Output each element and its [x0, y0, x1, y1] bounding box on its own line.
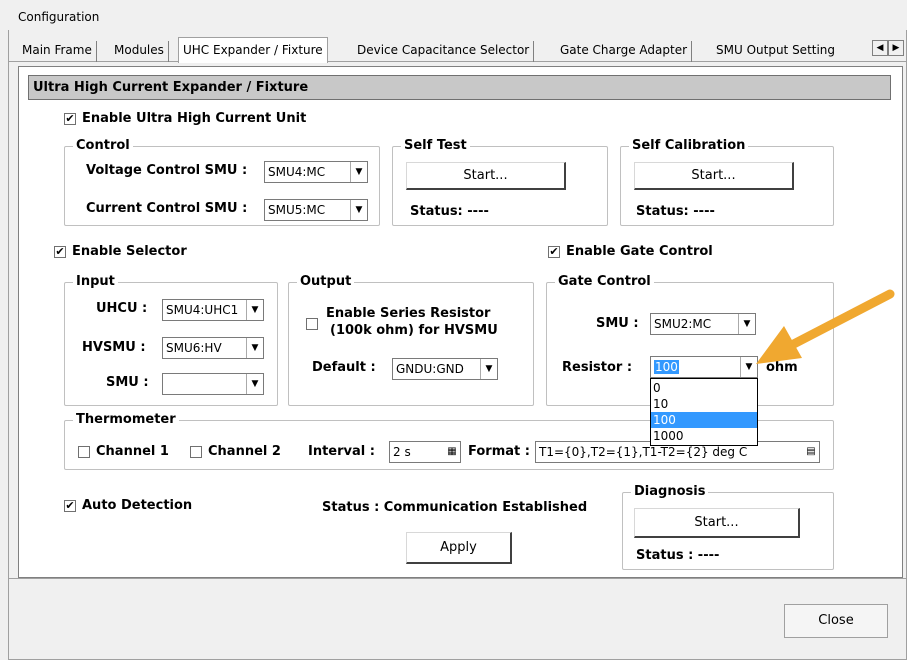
uhcu-label: UHCU : — [96, 301, 148, 316]
chevron-down-icon[interactable]: ▼ — [350, 162, 367, 182]
tab-modules[interactable]: Modules — [110, 41, 169, 62]
interval-label: Interval : — [308, 444, 375, 459]
current-control-value: SMU5:MC — [268, 203, 326, 217]
chevron-down-icon[interactable]: ▼ — [246, 300, 263, 320]
self-test-status: Status: ---- — [410, 204, 489, 219]
auto-detection-checkbox[interactable]: ✔ — [64, 500, 76, 512]
enable-uhc-label: Enable Ultra High Current Unit — [82, 111, 307, 126]
keyboard-icon[interactable]: ▤ — [804, 445, 818, 459]
chevron-down-icon[interactable]: ▼ — [246, 374, 263, 394]
tab-gate-charge[interactable]: Gate Charge Adapter — [556, 41, 693, 62]
uhcu-select[interactable]: SMU4:UHC1 ▼ — [162, 299, 264, 321]
resistor-option-1000[interactable]: 1000 — [651, 428, 757, 444]
channel2-label: Channel 2 — [208, 444, 281, 459]
channel2-checkbox[interactable] — [190, 446, 202, 458]
interval-value: 2 s — [393, 445, 411, 459]
chevron-down-icon[interactable]: ▼ — [350, 200, 367, 220]
annotation-arrow-icon — [756, 289, 895, 364]
series-resistor-label-line1: Enable Series Resistor — [326, 306, 491, 321]
current-control-label: Current Control SMU : — [86, 201, 248, 216]
gate-smu-value: SMU2:MC — [654, 317, 712, 331]
channel1-label: Channel 1 — [96, 444, 169, 459]
footer-separator — [8, 578, 907, 579]
format-value: T1={0},T2={1},T1-T2={2} deg C — [539, 445, 748, 459]
diagnosis-legend: Diagnosis — [631, 484, 709, 499]
enable-selector-checkbox[interactable]: ✔ — [54, 246, 66, 258]
enable-selector-label: Enable Selector — [72, 244, 187, 259]
input-smu-label: SMU : — [106, 375, 149, 390]
resistor-option-0[interactable]: 0 — [651, 380, 757, 396]
voltage-control-value: SMU4:MC — [268, 165, 326, 179]
chevron-down-icon[interactable]: ▼ — [246, 338, 263, 358]
format-label: Format : — [468, 444, 530, 459]
output-legend: Output — [297, 274, 355, 289]
auto-detection-label: Auto Detection — [82, 498, 193, 513]
interval-input[interactable]: 2 s ▦ — [389, 441, 461, 463]
tab-scroll-right-icon[interactable]: ▶ — [888, 40, 904, 56]
resistor-value: 100 — [654, 360, 679, 374]
enable-uhc-checkbox[interactable]: ✔ — [64, 113, 76, 125]
self-calibration-legend: Self Calibration — [629, 138, 749, 153]
control-legend: Control — [73, 138, 133, 153]
voltage-control-label: Voltage Control SMU : — [86, 163, 248, 178]
tab-device-capacitance[interactable]: Device Capacitance Selector — [353, 41, 535, 62]
resistor-dropdown-list: 0 10 100 1000 — [650, 378, 758, 446]
default-value: GNDU:GND — [396, 362, 464, 376]
enable-gate-control-checkbox[interactable]: ✔ — [548, 246, 560, 258]
input-legend: Input — [73, 274, 118, 289]
enable-gate-control-label: Enable Gate Control — [566, 244, 713, 259]
self-calibration-start-button[interactable]: Start... — [634, 162, 794, 190]
hvsmu-value: SMU6:HV — [166, 341, 222, 355]
current-control-select[interactable]: SMU5:MC ▼ — [264, 199, 368, 221]
resistor-label: Resistor : — [562, 360, 633, 375]
hvsmu-select[interactable]: SMU6:HV ▼ — [162, 337, 264, 359]
window-title: Configuration — [8, 4, 907, 30]
output-group: Output — [288, 274, 534, 406]
tab-smu-output[interactable]: SMU Output Setting — [712, 41, 872, 62]
apply-button[interactable]: Apply — [406, 532, 512, 564]
communication-status: Status : Communication Established — [322, 500, 588, 515]
gate-control-legend: Gate Control — [555, 274, 654, 289]
panel-header: Ultra High Current Expander / Fixture — [28, 75, 891, 100]
diagnosis-start-button[interactable]: Start... — [634, 508, 800, 538]
resistor-option-10[interactable]: 10 — [651, 396, 757, 412]
chevron-down-icon[interactable]: ▼ — [480, 359, 497, 379]
uhcu-value: SMU4:UHC1 — [166, 303, 239, 317]
self-test-legend: Self Test — [401, 138, 470, 153]
gate-smu-label: SMU : — [596, 316, 639, 331]
tab-uhc-expander[interactable]: UHC Expander / Fixture — [178, 37, 328, 63]
thermometer-legend: Thermometer — [73, 412, 179, 427]
series-resistor-checkbox[interactable] — [306, 318, 318, 330]
diagnosis-status: Status : ---- — [636, 548, 720, 563]
input-smu-select[interactable]: ▼ — [162, 373, 264, 395]
calculator-icon[interactable]: ▦ — [445, 445, 459, 459]
close-button[interactable]: Close — [784, 604, 888, 638]
voltage-control-select[interactable]: SMU4:MC ▼ — [264, 161, 368, 183]
self-test-start-button[interactable]: Start... — [406, 162, 566, 190]
self-calibration-status: Status: ---- — [636, 204, 715, 219]
default-label: Default : — [312, 360, 376, 375]
tab-scroll-left-icon[interactable]: ◀ — [872, 40, 888, 56]
series-resistor-label-line2: (100k ohm) for HVSMU — [330, 323, 498, 338]
hvsmu-label: HVSMU : — [82, 340, 146, 355]
tab-main-frame[interactable]: Main Frame — [18, 41, 97, 62]
resistor-option-100[interactable]: 100 — [651, 412, 757, 428]
default-select[interactable]: GNDU:GND ▼ — [392, 358, 498, 380]
channel1-checkbox[interactable] — [78, 446, 90, 458]
